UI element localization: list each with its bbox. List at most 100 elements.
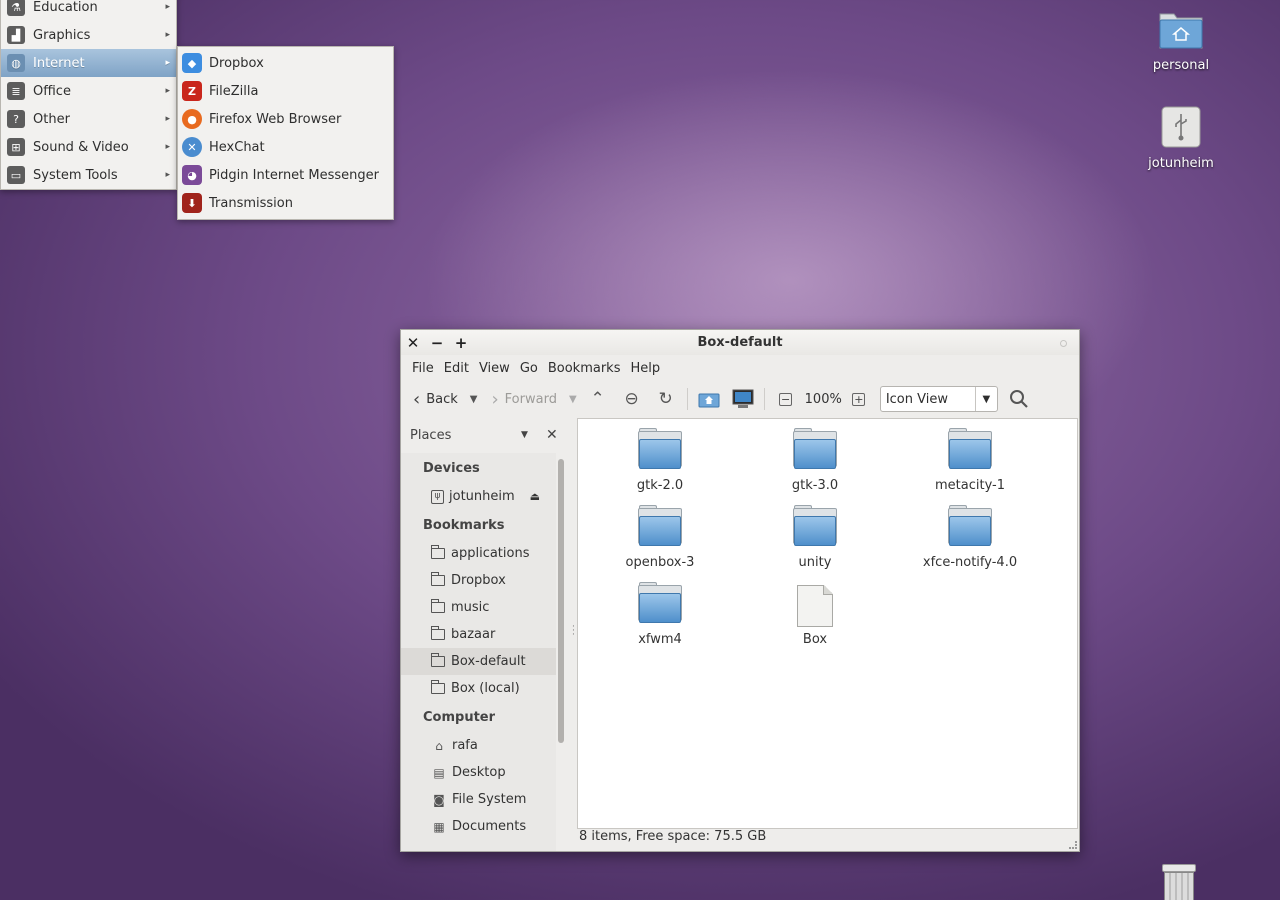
folder-icon: [431, 545, 445, 559]
title-bar[interactable]: ✕ − + Box-default: [401, 330, 1079, 355]
chart-icon: ▟: [7, 26, 25, 44]
sidebar-item-jotunheim[interactable]: ψ jotunheim ⏏: [401, 483, 556, 510]
applications-menu: ⚗ Education ▸ ▟ Graphics ▸ ◍ Internet ▸ …: [0, 0, 177, 190]
folder-icon: [431, 680, 445, 694]
sidebar-item-box-local[interactable]: Box (local): [401, 675, 556, 702]
menu-item-hexchat[interactable]: ✕ HexChat: [178, 133, 393, 161]
dropbox-icon: ◆: [182, 53, 202, 73]
menu-help[interactable]: Help: [625, 361, 665, 376]
file-view[interactable]: gtk-2.0 gtk-3.0 metacity-1 openbox-3 uni…: [577, 418, 1078, 829]
menu-file[interactable]: File: [407, 361, 439, 376]
menu-item-sound-video[interactable]: ⊞ Sound & Video ▸: [1, 133, 176, 161]
back-button[interactable]: ‹ Back ▼: [409, 385, 481, 413]
sidebar-item-dropbox[interactable]: Dropbox: [401, 567, 556, 594]
sidebar: Places ▼ ✕ Devices ψ jotunheim ⏏ Bookmar…: [401, 417, 570, 851]
file-name: gtk-3.0: [791, 478, 839, 493]
up-button[interactable]: ⌃: [581, 385, 615, 413]
forward-history-dropdown-icon[interactable]: ▼: [569, 394, 577, 405]
close-sidebar-icon[interactable]: ✕: [546, 427, 558, 443]
file-item[interactable]: openbox-3: [590, 505, 730, 570]
desktop-icon-jotunheim[interactable]: jotunheim: [1141, 106, 1221, 171]
pidgin-icon: ◕: [182, 165, 202, 185]
menu-item-education[interactable]: ⚗ Education ▸: [1, 0, 176, 21]
close-icon[interactable]: ✕: [401, 334, 425, 352]
sidebar-item-music[interactable]: music: [401, 594, 556, 621]
file-item[interactable]: xfce-notify-4.0: [900, 505, 1040, 570]
grip-icon: · · ·: [572, 622, 575, 640]
filezilla-icon: Z: [182, 81, 202, 101]
menu-bar: File Edit View Go Bookmarks Help: [401, 355, 1079, 381]
menu-go[interactable]: Go: [515, 361, 543, 376]
chevron-right-icon: ▸: [165, 2, 170, 12]
menu-item-internet[interactable]: ◍ Internet ▸: [1, 49, 176, 77]
forward-label: Forward: [504, 391, 557, 407]
chevron-up-icon: ⌃: [590, 389, 605, 409]
resize-grip-icon[interactable]: [1069, 841, 1077, 849]
menu-edit[interactable]: Edit: [439, 361, 474, 376]
file-item[interactable]: metacity-1: [900, 428, 1040, 493]
menu-item-label: Transmission: [209, 195, 293, 211]
document-file-icon: [797, 585, 833, 627]
menu-bookmarks[interactable]: Bookmarks: [543, 361, 626, 376]
harddisk-icon: ◙: [433, 792, 445, 807]
stop-button[interactable]: ⊖: [615, 385, 649, 413]
home-button[interactable]: [692, 385, 726, 413]
menu-item-other[interactable]: ? Other ▸: [1, 105, 176, 133]
file-item[interactable]: Box: [745, 585, 885, 647]
eject-icon[interactable]: ⏏: [530, 490, 540, 503]
back-history-dropdown-icon[interactable]: ▼: [470, 394, 478, 405]
menu-item-firefox[interactable]: ● Firefox Web Browser: [178, 105, 393, 133]
trash-icon[interactable]: [1158, 864, 1200, 900]
internet-submenu: ◆ Dropbox Z FileZilla ● Firefox Web Brow…: [177, 46, 394, 220]
sidebar-item-bazaar[interactable]: bazaar: [401, 621, 556, 648]
menu-item-graphics[interactable]: ▟ Graphics ▸: [1, 21, 176, 49]
file-item[interactable]: xfwm4: [590, 582, 730, 647]
sidebar-item-label: music: [451, 600, 490, 615]
menu-item-transmission[interactable]: ⬇ Transmission: [178, 189, 393, 217]
file-manager-window: ✕ − + Box-default File Edit View Go Book…: [400, 329, 1080, 852]
search-icon: [1009, 390, 1028, 408]
chevron-right-icon: ▸: [165, 58, 170, 68]
desktop-icon-personal[interactable]: personal: [1141, 8, 1221, 73]
sticky-icon[interactable]: [1060, 340, 1067, 347]
folder-icon: [431, 572, 445, 586]
sidebar-item-documents[interactable]: ▦ Documents: [401, 813, 556, 840]
minimize-icon[interactable]: −: [425, 334, 449, 352]
zoom-out-button[interactable]: −: [769, 385, 803, 413]
menu-item-office[interactable]: ≣ Office ▸: [1, 77, 176, 105]
menu-item-dropbox[interactable]: ◆ Dropbox: [178, 49, 393, 77]
folder-icon: [431, 653, 445, 667]
mixer-icon: ⊞: [7, 138, 25, 156]
sidebar-item-file-system[interactable]: ◙ File System: [401, 786, 556, 813]
reload-icon: ↻: [658, 389, 673, 409]
file-item[interactable]: unity: [745, 505, 885, 570]
folder-icon: [638, 428, 682, 469]
forward-button[interactable]: › Forward ▼: [487, 385, 580, 413]
sidebar-item-box-default[interactable]: Box-default: [401, 648, 556, 675]
question-icon: ?: [7, 110, 25, 128]
folder-icon: [638, 505, 682, 546]
file-item[interactable]: gtk-2.0: [590, 428, 730, 493]
menu-item-system-tools[interactable]: ▭ System Tools ▸: [1, 161, 176, 189]
sidebar-item-rafa[interactable]: ⌂ rafa: [401, 732, 556, 759]
zoom-in-button[interactable]: +: [844, 385, 874, 413]
toolbar-separator: [686, 388, 688, 410]
places-header: Places ▼ ✕: [401, 417, 570, 453]
view-mode-select[interactable]: Icon View ▼: [879, 386, 998, 412]
sidebar-item-desktop[interactable]: ▤ Desktop: [401, 759, 556, 786]
menu-item-pidgin[interactable]: ◕ Pidgin Internet Messenger: [178, 161, 393, 189]
folder-icon: [793, 505, 837, 546]
places-dropdown-icon[interactable]: ▼: [521, 430, 528, 440]
reload-button[interactable]: ↻: [649, 385, 683, 413]
computer-icon: [732, 389, 754, 408]
file-item[interactable]: gtk-3.0: [745, 428, 885, 493]
computer-button[interactable]: [726, 385, 760, 413]
sidebar-item-applications[interactable]: applications: [401, 540, 556, 567]
menu-view[interactable]: View: [474, 361, 515, 376]
maximize-icon[interactable]: +: [449, 334, 473, 352]
menu-item-label: FileZilla: [209, 83, 259, 99]
menu-item-label: Pidgin Internet Messenger: [209, 167, 379, 183]
menu-item-filezilla[interactable]: Z FileZilla: [178, 77, 393, 105]
sidebar-scrollbar[interactable]: [558, 459, 564, 743]
search-button[interactable]: [1002, 385, 1036, 413]
